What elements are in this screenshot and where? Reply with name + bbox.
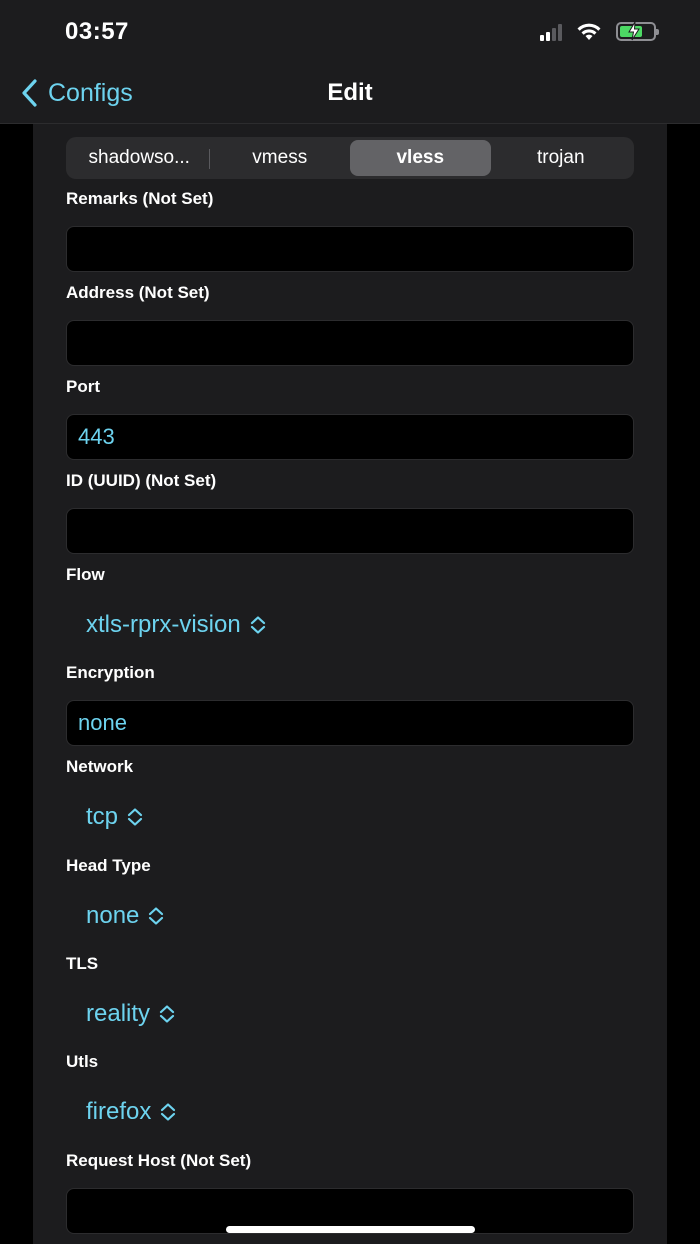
remarks-label: Remarks (Not Set) xyxy=(66,189,214,208)
utls-label: Utls xyxy=(66,1052,99,1071)
tab-trojan[interactable]: trojan xyxy=(491,140,632,176)
utls-picker[interactable]: firefox xyxy=(86,1098,177,1126)
flow-label: Flow xyxy=(66,565,105,584)
utls-value: firefox xyxy=(86,1098,152,1125)
remarks-input[interactable] xyxy=(67,227,633,271)
encryption-field[interactable] xyxy=(66,700,634,746)
page-title: Edit xyxy=(327,79,373,106)
request-host-label: Request Host (Not Set) xyxy=(66,1151,252,1170)
charging-bolt-icon xyxy=(628,21,640,41)
home-indicator[interactable] xyxy=(226,1226,475,1233)
network-picker[interactable]: tcp xyxy=(86,803,144,831)
tab-label: vless xyxy=(396,147,445,168)
address-field[interactable] xyxy=(66,320,634,366)
chevron-up-down-icon xyxy=(250,616,265,634)
navigation-bar: Configs Edit xyxy=(0,70,700,124)
tls-picker[interactable]: reality xyxy=(86,1000,176,1028)
port-input[interactable] xyxy=(67,415,633,459)
uuid-label: ID (UUID) (Not Set) xyxy=(66,471,217,490)
encryption-label: Encryption xyxy=(66,663,155,682)
tab-shadowsocks[interactable]: shadowso... xyxy=(69,140,210,176)
encryption-input[interactable] xyxy=(67,701,633,745)
wifi-icon xyxy=(577,23,601,40)
flow-value: xtls-rprx-vision xyxy=(86,611,241,638)
status-bar: 03:57 xyxy=(0,0,700,70)
port-label: Port xyxy=(66,377,100,396)
tab-vless[interactable]: vless xyxy=(350,140,491,176)
port-field[interactable] xyxy=(66,414,634,460)
head-type-picker[interactable]: none xyxy=(86,902,165,930)
status-time: 03:57 xyxy=(65,18,129,45)
chevron-up-down-icon xyxy=(161,1103,176,1121)
chevron-up-down-icon xyxy=(159,1005,175,1023)
chevron-up-down-icon xyxy=(127,808,143,826)
address-input[interactable] xyxy=(67,321,633,365)
head-type-value: none xyxy=(86,902,140,929)
cellular-signal-icon xyxy=(540,23,562,41)
tab-label: vmess xyxy=(252,147,308,168)
protocol-segmented-control: shadowso... vmess vless trojan xyxy=(66,137,634,179)
battery-icon xyxy=(616,21,659,41)
tls-value: reality xyxy=(86,1000,151,1027)
network-value: tcp xyxy=(86,803,119,830)
remarks-field[interactable] xyxy=(66,226,634,272)
address-label: Address (Not Set) xyxy=(66,283,210,302)
tab-vmess[interactable]: vmess xyxy=(210,140,351,176)
config-form: shadowso... vmess vless trojan Remarks (… xyxy=(33,124,667,1244)
uuid-input[interactable] xyxy=(67,509,633,553)
tls-label: TLS xyxy=(66,954,99,973)
status-icons xyxy=(540,21,659,41)
uuid-field[interactable] xyxy=(66,508,634,554)
tab-label: trojan xyxy=(536,147,585,168)
head-type-label: Head Type xyxy=(66,856,151,875)
network-label: Network xyxy=(66,757,134,776)
chevron-up-down-icon xyxy=(149,907,164,925)
tab-label: shadowso... xyxy=(88,147,190,168)
flow-picker[interactable]: xtls-rprx-vision xyxy=(86,611,267,639)
